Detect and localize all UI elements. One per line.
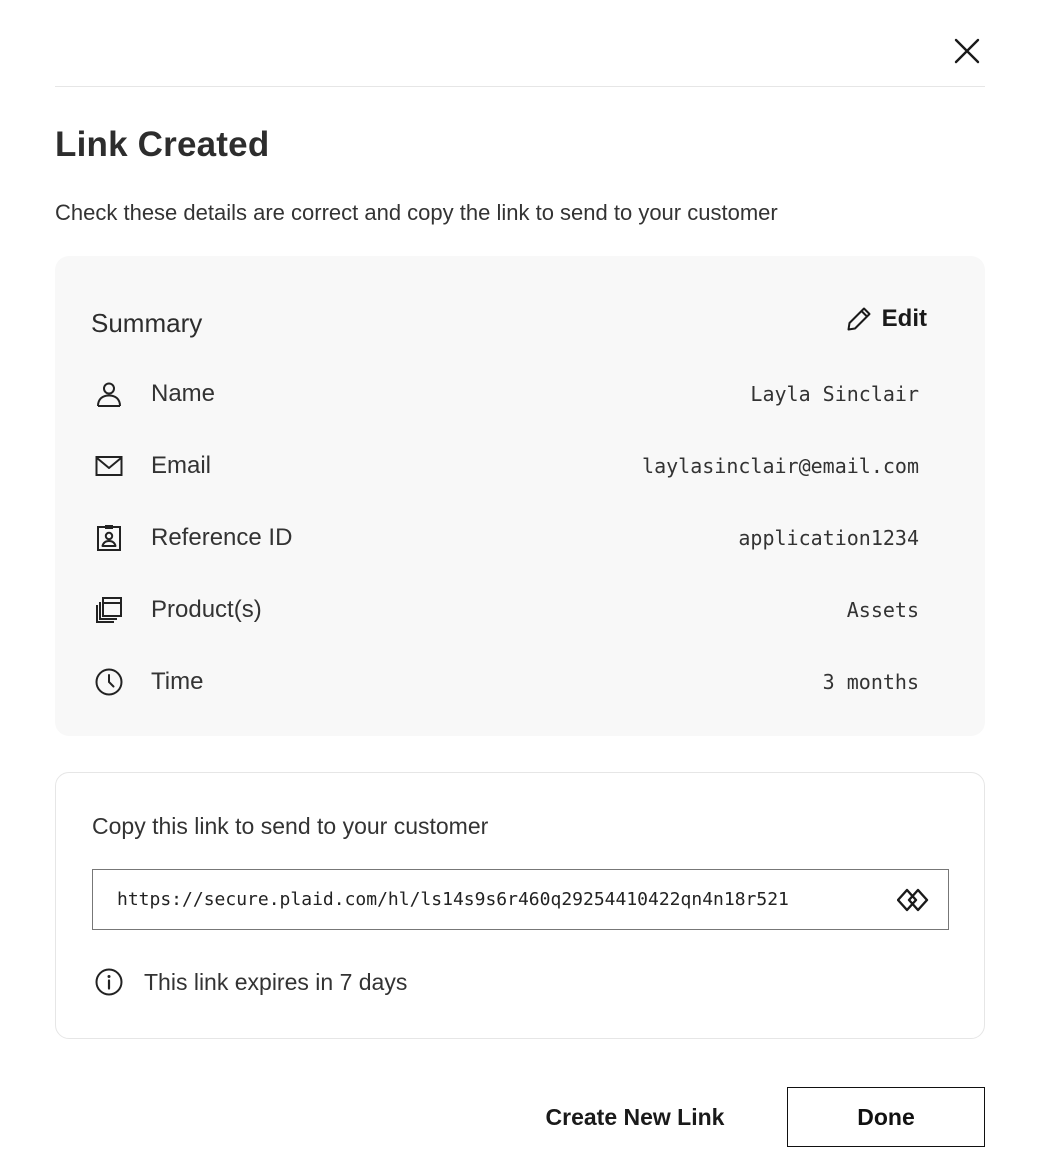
edit-label: Edit	[881, 305, 927, 332]
close-icon	[954, 38, 980, 64]
link-heading: Copy this link to send to your customer	[92, 813, 489, 839]
edit-button[interactable]: Edit	[845, 305, 927, 333]
copy-icon	[897, 888, 929, 912]
expiry-text: This link expires in 7 days	[144, 968, 408, 995]
summary-row-time: Time 3 months	[91, 662, 919, 702]
summary-row-email: Email laylasinclair@email.com	[91, 446, 919, 486]
summary-card: Summary Edit Name Layla Sinclair Email l…	[55, 256, 985, 736]
summary-row-value: Layla Sinclair	[750, 382, 919, 406]
summary-row-name: Name Layla Sinclair	[91, 374, 919, 414]
close-button[interactable]	[949, 33, 985, 69]
summary-row-value: laylasinclair@email.com	[642, 454, 919, 478]
create-new-link-button[interactable]: Create New Link	[524, 1088, 746, 1146]
summary-row-label: Email	[151, 452, 212, 479]
link-expiry: This link expires in 7 days	[94, 967, 407, 997]
summary-row-label: Product(s)	[151, 596, 262, 623]
summary-row-products: Product(s) Assets	[91, 590, 919, 630]
pencil-icon	[847, 307, 871, 331]
summary-row-label: Name	[151, 380, 216, 407]
mail-icon	[91, 448, 127, 484]
summary-row-reference-id: Reference ID application1234	[91, 518, 919, 558]
summary-row-label: Time	[151, 668, 204, 695]
summary-row-label: Reference ID	[151, 524, 293, 551]
info-icon	[95, 968, 123, 996]
link-card: Copy this link to send to your customer …	[55, 772, 985, 1039]
person-icon	[91, 376, 127, 412]
summary-row-value: application1234	[738, 526, 919, 550]
summary-row-value: 3 months	[822, 670, 919, 694]
stacked-pages-icon	[91, 592, 127, 628]
link-url-input[interactable]	[117, 889, 897, 910]
page-title: Link Created	[55, 125, 270, 164]
clock-icon	[91, 664, 127, 700]
link-field	[92, 869, 949, 930]
page-subtitle: Check these details are correct and copy…	[55, 200, 778, 225]
header-divider	[55, 86, 985, 87]
summary-title: Summary	[91, 308, 203, 338]
done-button[interactable]: Done	[787, 1087, 985, 1147]
id-badge-icon	[91, 520, 127, 556]
copy-link-button[interactable]	[896, 884, 930, 916]
summary-row-value: Assets	[846, 598, 919, 622]
